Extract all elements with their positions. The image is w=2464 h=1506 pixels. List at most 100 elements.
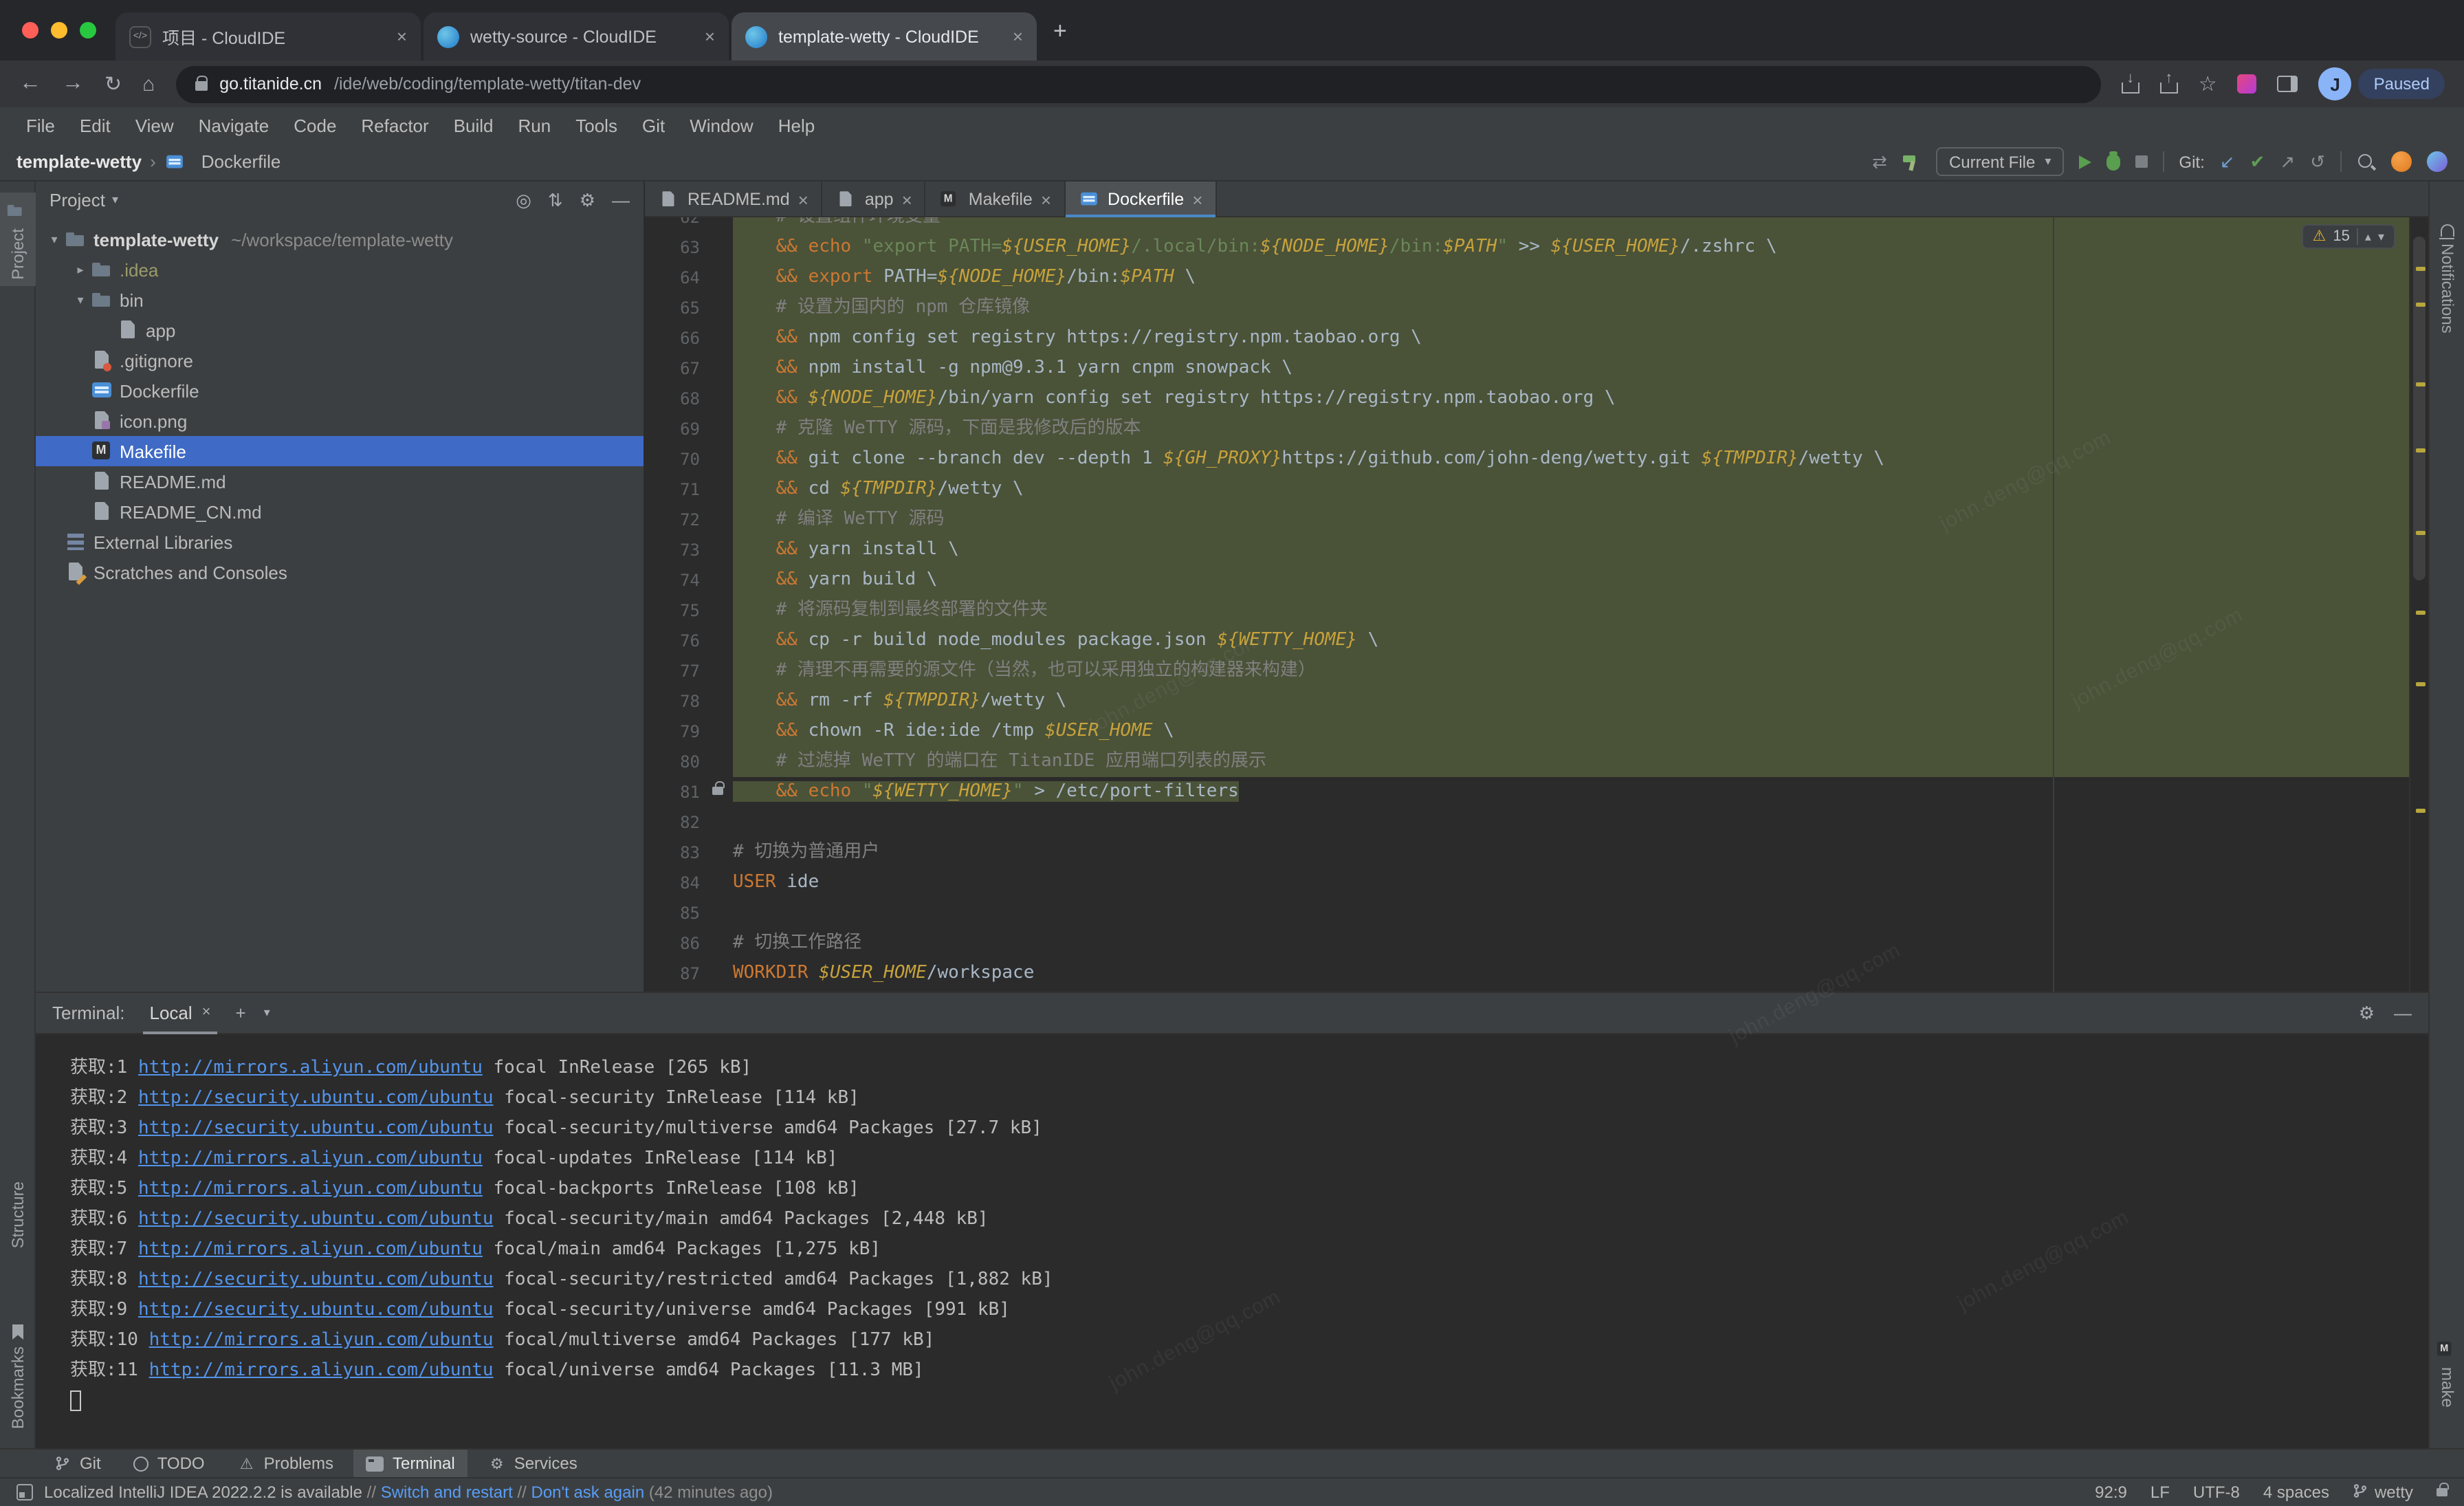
menu-file[interactable]: File [14,115,67,135]
site-security-icon[interactable] [195,81,207,91]
code-line[interactable]: 64 && export PATH=${NODE_HOME}/bin:$PATH… [645,263,2428,293]
tool-window-button-todo[interactable]: TODO [122,1449,217,1478]
tree-chevron-icon[interactable]: ▾ [70,292,91,307]
code-line[interactable]: 82 [645,807,2428,838]
hide-panel-icon[interactable]: — [612,190,630,208]
tool-window-button-terminal[interactable]: Terminal [354,1449,468,1478]
terminal-link[interactable]: http://security.ubuntu.com/ubuntu [138,1088,494,1109]
code-line[interactable]: 74 && yarn build \ [645,565,2428,596]
tool-window-switcher-icon[interactable] [16,1484,33,1500]
tree-item-idea[interactable]: ▸.idea [36,254,644,285]
compare-icon[interactable]: ⇄ [1872,153,1887,171]
next-warning-icon[interactable]: ▾ [2378,230,2384,243]
debug-button[interactable] [2106,153,2120,170]
code-line[interactable]: 68 && ${NODE_HOME}/bin/yarn config set r… [645,384,2428,414]
file-encoding[interactable]: UTF-8 [2193,1483,2240,1502]
breadcrumb-project[interactable]: template-wetty [16,151,142,172]
tree-item-app[interactable]: app [36,315,644,345]
browser-tab-wetty-source-cloudide[interactable]: wetty-source - CloudIDE× [424,12,729,61]
home-button[interactable]: ⌂ [142,74,155,94]
menu-edit[interactable]: Edit [67,115,123,135]
editor[interactable]: 62 # 设置组件环境变量63 && echo "export PATH=${U… [645,217,2428,992]
code-line[interactable]: 84USER ide [645,868,2428,898]
tree-chevron-icon[interactable]: ▾ [44,232,65,247]
editor-tab-makefile[interactable]: Makefile× [926,182,1065,217]
search-everywhere-icon[interactable] [2357,152,2376,171]
panel-settings-icon[interactable]: ⚙ [580,190,595,208]
code-line[interactable]: 63 && echo "export PATH=${USER_HOME}/.lo… [645,232,2428,263]
profile-chip[interactable]: J Paused [2319,67,2445,100]
menu-window[interactable]: Window [677,115,766,135]
tree-item-readme-md[interactable]: README.md [36,466,644,496]
reload-button[interactable]: ↻ [104,74,122,94]
editor-tab-readme-md[interactable]: README.md× [645,182,822,217]
code-line[interactable]: 72 # 编译 WeTTY 源码 [645,505,2428,535]
code-line[interactable]: 76 && cp -r build node_modules package.j… [645,626,2428,656]
code-line[interactable]: 65 # 设置为国内的 npm 仓库镜像 [645,293,2428,323]
project-panel-title[interactable]: Project [50,189,105,210]
code-line[interactable]: 67 && npm install -g npm@9.3.1 yarn cnpm… [645,353,2428,384]
share-icon[interactable] [2160,74,2178,94]
back-button[interactable]: ← [19,73,41,95]
terminal-link[interactable]: http://mirrors.aliyun.com/ubuntu [149,1330,494,1351]
menu-run[interactable]: Run [506,115,564,135]
zoom-window-button[interactable] [80,22,96,39]
menu-tools[interactable]: Tools [563,115,630,135]
code-line[interactable]: 80 # 过滤掉 WeTTY 的端口在 TitanIDE 应用端口列表的展示 [645,747,2428,777]
new-terminal-icon[interactable]: + [236,1004,246,1022]
menu-navigate[interactable]: Navigate [186,115,282,135]
address-input[interactable]: go.titanide.cn/ide/web/coding/template-w… [175,65,2100,102]
build-hammer-icon[interactable] [1902,152,1922,171]
editor-scrollbar[interactable] [2413,237,2426,580]
terminal-link[interactable]: http://mirrors.aliyun.com/ubuntu [138,1148,483,1169]
menu-help[interactable]: Help [766,115,828,135]
tab-close-icon[interactable]: × [397,26,407,47]
browser-tab-template-wetty-cloudide[interactable]: template-wetty - CloudIDE× [732,12,1037,61]
code-line[interactable]: 78 && rm -rf ${TMPDIR}/wetty \ [645,686,2428,717]
code-line[interactable]: 87WORKDIR $USER_HOME/workspace [645,959,2428,989]
menu-refactor[interactable]: Refactor [349,115,441,135]
switch-restart-link[interactable]: Switch and restart [381,1483,513,1502]
minimize-window-button[interactable] [51,22,67,39]
save-page-icon[interactable] [2122,74,2140,94]
terminal-link[interactable]: http://mirrors.aliyun.com/ubuntu [138,1179,483,1199]
terminal-link[interactable]: http://security.ubuntu.com/ubuntu [138,1269,494,1290]
code-line[interactable]: 71 && cd ${TMPDIR}/wetty \ [645,474,2428,505]
menu-code[interactable]: Code [281,115,349,135]
tool-window-button-problems[interactable]: ⚠Problems [226,1449,346,1478]
error-stripe[interactable] [2409,217,2428,992]
inspections-widget[interactable]: ⚠ 15 ▴ ▾ [2302,224,2395,249]
git-commit-icon[interactable]: ✔ [2250,153,2265,171]
code-line[interactable]: 73 && yarn install \ [645,535,2428,565]
terminal-link[interactable]: http://security.ubuntu.com/ubuntu [138,1209,494,1230]
tree-item-readme-cn-md[interactable]: README_CN.md [36,496,644,527]
editor-tab-app[interactable]: app× [822,182,926,217]
run-button[interactable] [2078,155,2091,168]
extension-icon[interactable] [2238,74,2257,94]
chevron-down-icon[interactable]: ▾ [112,193,118,206]
new-tab-button[interactable]: + [1053,19,1067,42]
git-rollback-icon[interactable]: ↺ [2310,153,2325,171]
tool-window-button-services[interactable]: ⚙Services [476,1449,590,1478]
user-avatar-icon[interactable] [2427,151,2448,172]
run-config-selector[interactable]: Current File ▾ [1937,147,2063,176]
code-line[interactable]: 86# 切换工作路径 [645,928,2428,959]
ide-update-icon[interactable] [2391,151,2412,172]
editor-tab-dockerfile[interactable]: Dockerfile× [1065,182,1216,217]
tree-item-scratches-and-consoles[interactable]: Scratches and Consoles [36,557,644,587]
tab-close-icon[interactable]: × [798,189,808,210]
side-panel-icon[interactable] [2278,76,2298,92]
tree-item-dockerfile[interactable]: Dockerfile [36,375,644,406]
tree-item-icon-png[interactable]: icon.png [36,406,644,436]
tool-window-button-git[interactable]: Git [41,1449,113,1478]
tool-stripe-project-button[interactable]: Project [0,193,36,287]
tree-item-gitignore[interactable]: .gitignore [36,345,644,375]
code-line[interactable]: 79 && chown -R ide:ide /tmp $USER_HOME \ [645,717,2428,747]
browser-tab-cloudide[interactable]: </>项目 - CloudIDE× [116,12,421,61]
collapse-all-icon[interactable]: ⇅ [548,190,563,208]
bookmark-star-icon[interactable]: ☆ [2199,74,2217,94]
tab-close-icon[interactable]: × [705,26,715,47]
menu-build[interactable]: Build [441,115,506,135]
terminal-output[interactable]: 获取:1 http://mirrors.aliyun.com/ubuntu fo… [36,1034,2428,1448]
menu-git[interactable]: Git [630,115,677,135]
